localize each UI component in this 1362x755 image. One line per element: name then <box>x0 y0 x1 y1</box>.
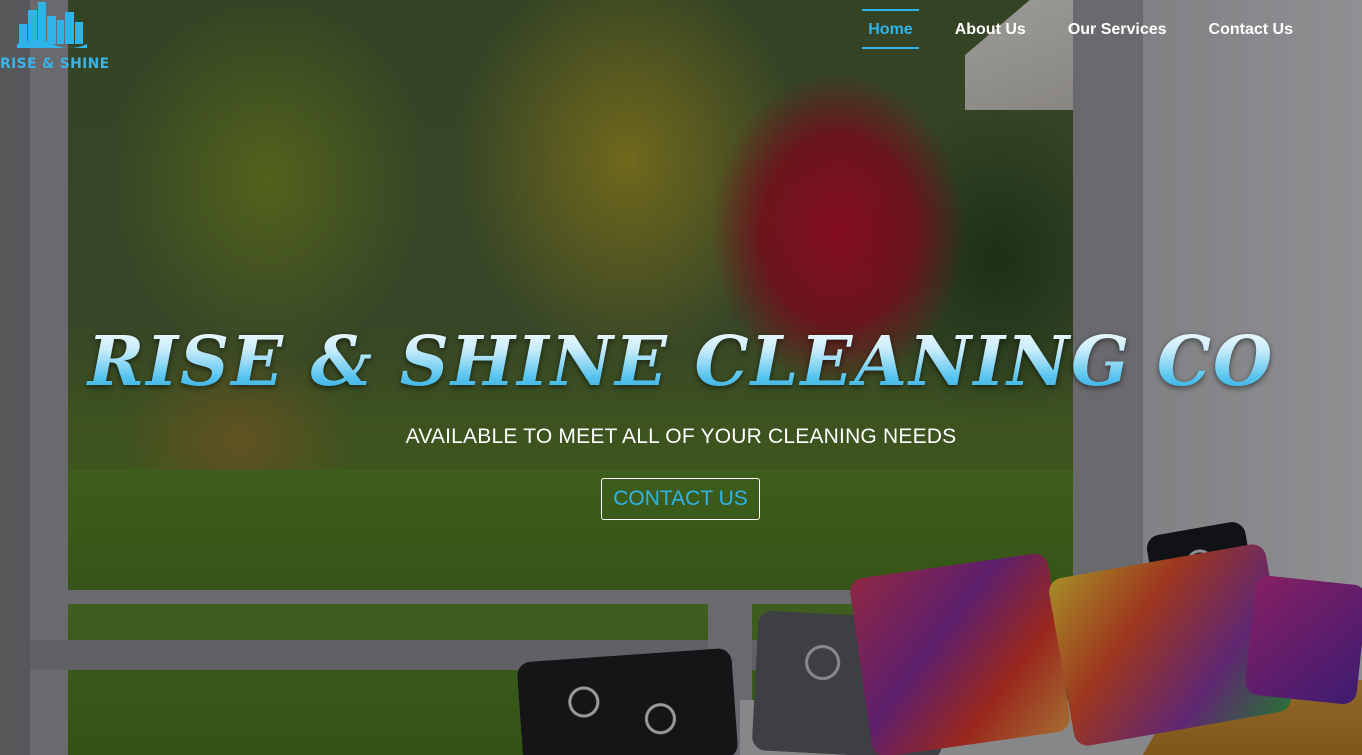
nav-item-contact-us[interactable]: Contact Us <box>1188 0 1314 50</box>
nav-item-our-services[interactable]: Our Services <box>1047 0 1188 50</box>
hero-title: RISE & SHINE CLEANING CO <box>0 322 1362 402</box>
contact-us-button[interactable]: CONTACT US <box>601 478 760 520</box>
main-nav: Home About Us Our Services Contact Us <box>847 0 1314 50</box>
nav-item-home[interactable]: Home <box>847 0 933 50</box>
skyline-icon <box>17 2 87 48</box>
nav-item-about-us[interactable]: About Us <box>934 0 1047 50</box>
logo-text: RISE & SHINE <box>0 56 110 72</box>
site-logo[interactable]: RISE & SHINE <box>0 0 110 78</box>
hero-subtitle: AVAILABLE TO MEET ALL OF YOUR CLEANING N… <box>405 425 957 448</box>
